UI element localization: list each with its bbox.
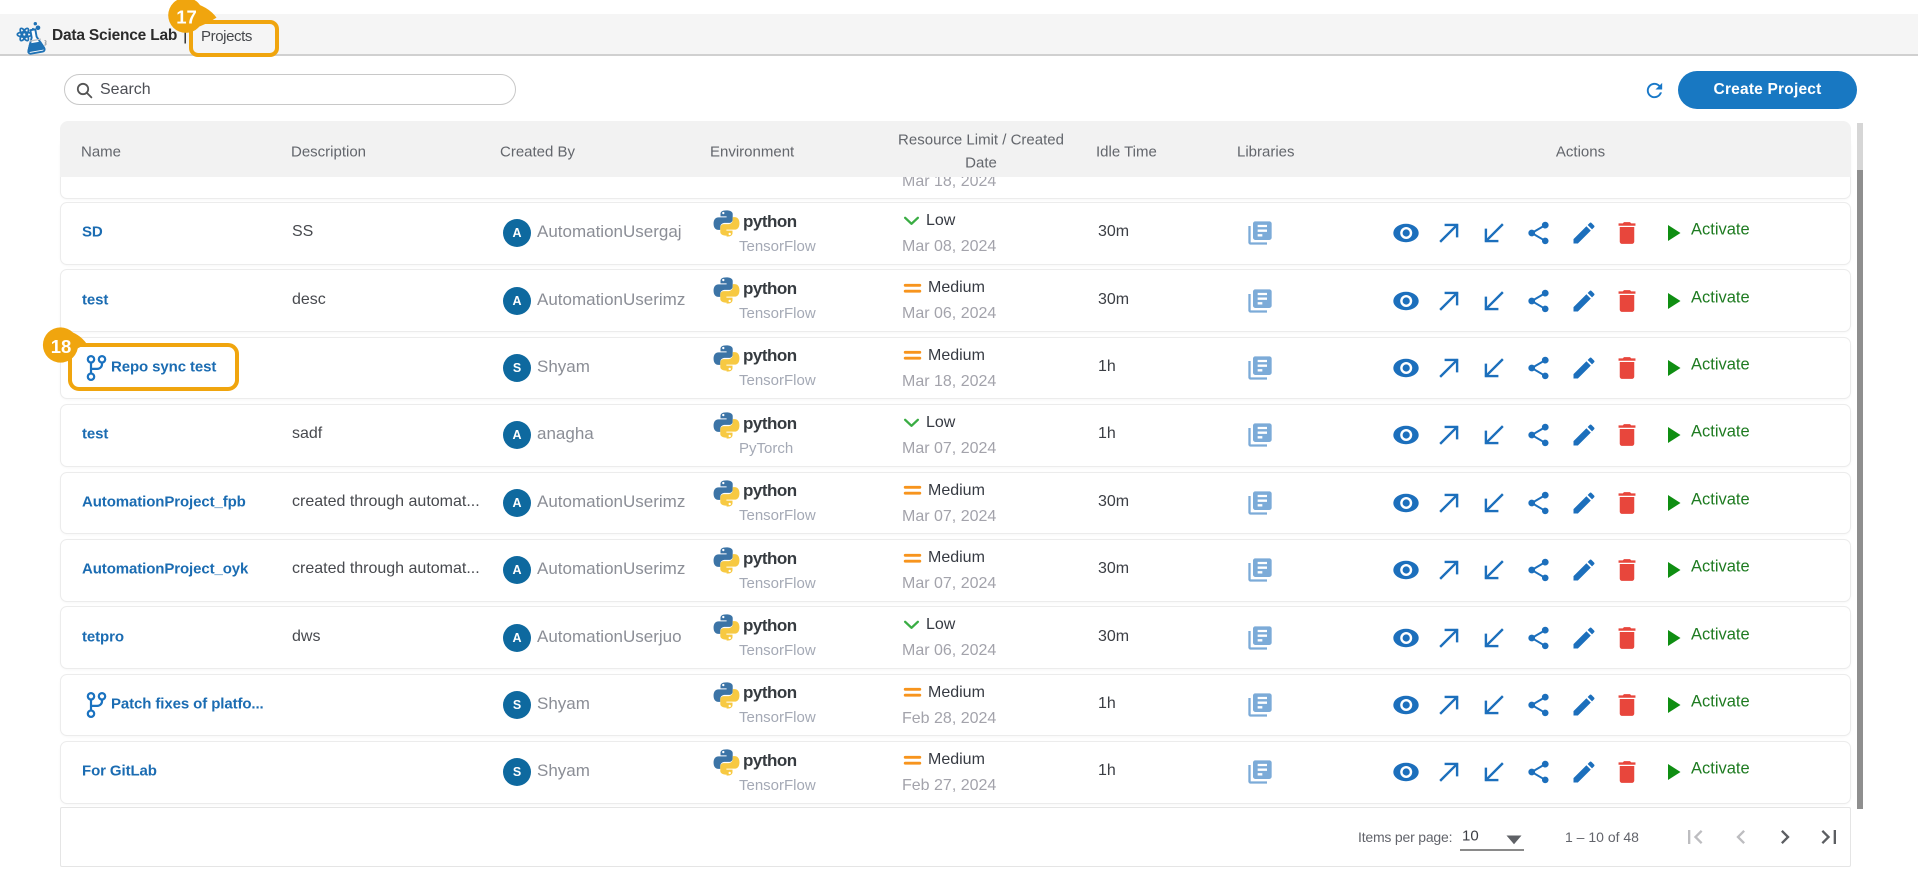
svg-text:18: 18 bbox=[51, 336, 72, 357]
svg-text:17: 17 bbox=[176, 7, 197, 28]
